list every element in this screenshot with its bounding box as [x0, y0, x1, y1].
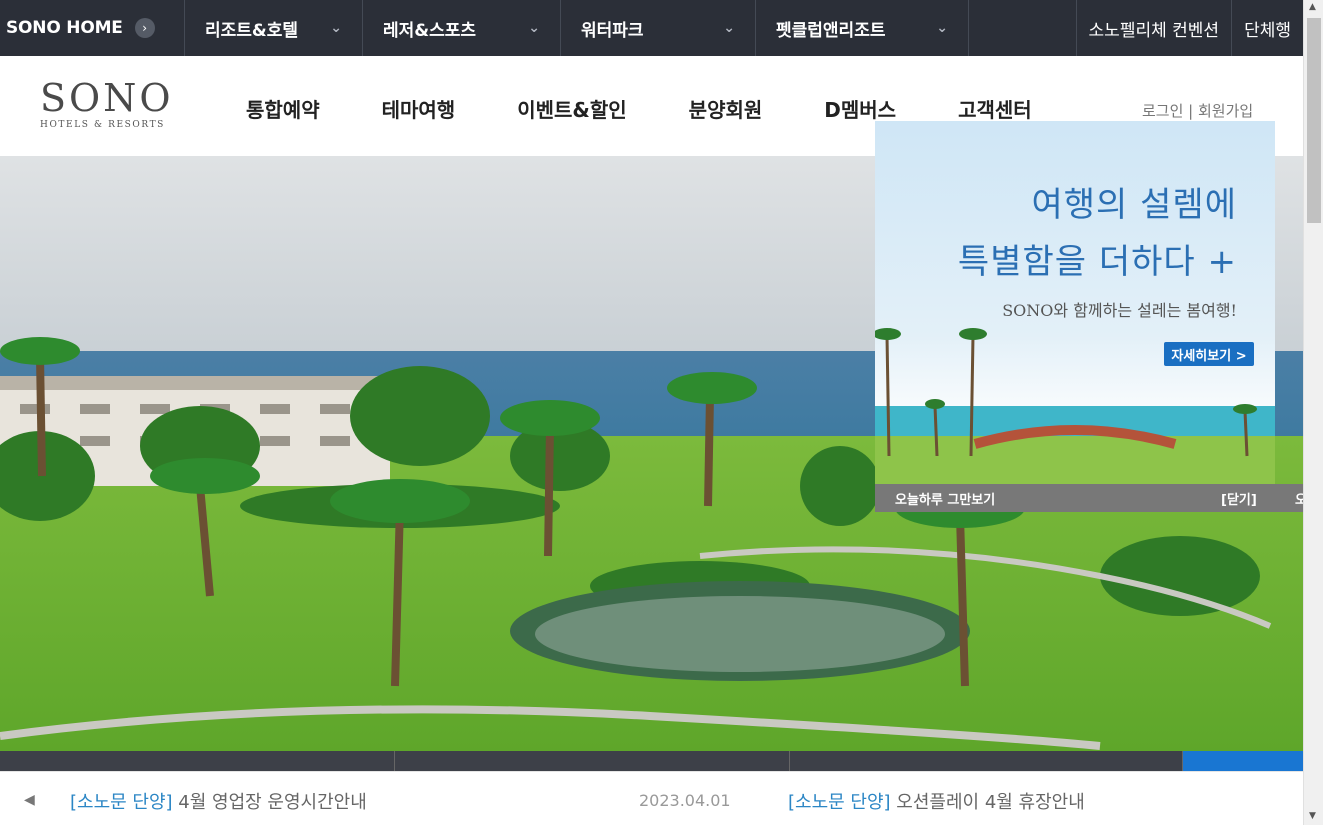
sono-logo[interactable]: SONO HOTELS & RESORTS: [40, 78, 174, 130]
topmenu-pet-club[interactable]: 펫클럽앤리조트 ⌄: [756, 0, 969, 56]
nav-theme-travel[interactable]: 테마여행: [382, 94, 456, 123]
topmenu-waterpark[interactable]: 워터파크 ⌄: [561, 0, 756, 56]
link-convention[interactable]: 소노펠리체 컨벤션: [1075, 0, 1232, 56]
popup-close-button[interactable]: [닫기]: [1221, 489, 1257, 508]
chevron-down-icon: ⌄: [330, 20, 342, 36]
promo-popup[interactable]: 여행의 설렘에 특별함을 더하다 + SONO와 함께하는 설레는 봄여행! 자…: [875, 121, 1275, 512]
popup-headline-1: 여행의 설렘에: [1031, 185, 1237, 225]
page-scrollbar[interactable]: ▲ ▼: [1303, 0, 1323, 825]
nav-membership-sale[interactable]: 분양회원: [689, 94, 763, 123]
login-signup-link[interactable]: 로그인 | 회원가입: [1142, 100, 1253, 121]
nav-events-discounts[interactable]: 이벤트&할인: [517, 94, 626, 123]
notice-item[interactable]: [소노문 단양] 오션플레이 4월 휴장안내: [788, 788, 1085, 814]
topmenu-label: 리조트&호텔: [205, 20, 299, 41]
topmenu-label: 펫클럽앤리조트: [776, 20, 886, 41]
progress-segment[interactable]: [395, 751, 790, 771]
topmenu-label: 워터파크: [581, 20, 644, 41]
prev-arrow-icon[interactable]: ◀: [24, 792, 35, 808]
top-right-links: 소노펠리체 컨벤션 단체행: [1075, 0, 1303, 56]
link-group[interactable]: 단체행: [1231, 0, 1303, 56]
chevron-right-icon: ›: [134, 18, 155, 38]
main-nav: 통합예약 테마여행 이벤트&할인 분양회원 D멤버스 고객센터: [246, 94, 1094, 123]
logo-subtext: HOTELS & RESORTS: [40, 120, 165, 130]
popup-footer-bar: 오늘하루 그만보기 [닫기] 오: [875, 484, 1307, 512]
popup-beach-image: [875, 328, 1275, 486]
notice-bar: ◀ [소노문 단양] 4월 영업장 운영시간안내 2023.04.01 [소노문…: [0, 771, 1303, 825]
notice-item[interactable]: [소노문 단양] 4월 영업장 운영시간안내: [70, 788, 367, 814]
chevron-down-icon: ⌄: [528, 20, 540, 36]
progress-segment[interactable]: [0, 751, 395, 771]
notice-text: 오션플레이 4월 휴장안내: [890, 792, 1085, 813]
sono-home-link[interactable]: SONO HOME ›: [0, 0, 185, 56]
page: SONO HOME › 리조트&호텔 ⌄ 레저&스포츠 ⌄ 워터파크 ⌄ 펫클럽…: [0, 0, 1323, 825]
slider-progress: [0, 751, 1303, 771]
notice-tag: [소노문 단양]: [70, 792, 173, 813]
scroll-thumb[interactable]: [1307, 18, 1321, 223]
notice-date: 2023.04.01: [639, 791, 731, 810]
scroll-down-icon[interactable]: ▼: [1309, 811, 1316, 821]
notice-text: 4월 영업장 운영시간안내: [172, 792, 367, 813]
top-bar: SONO HOME › 리조트&호텔 ⌄ 레저&스포츠 ⌄ 워터파크 ⌄ 펫클럽…: [0, 0, 1303, 56]
progress-segment[interactable]: [790, 751, 1183, 771]
popup-headline-2: 특별함을 더하다 +: [957, 242, 1237, 282]
progress-active-segment[interactable]: [1183, 751, 1303, 771]
topmenu-leisure-sports[interactable]: 레저&스포츠 ⌄: [363, 0, 561, 56]
chevron-down-icon: ⌄: [723, 20, 735, 36]
sono-home-label: SONO HOME: [6, 18, 123, 38]
notice-tag: [소노문 단양]: [788, 792, 891, 813]
nav-customer-center[interactable]: 고객센터: [958, 94, 1032, 123]
topmenu-resort-hotel[interactable]: 리조트&호텔 ⌄: [185, 0, 363, 56]
scroll-up-icon[interactable]: ▲: [1309, 2, 1316, 12]
nav-d-members[interactable]: D멤버스: [824, 94, 896, 123]
topmenu-label: 레저&스포츠: [383, 20, 477, 41]
close-today-button[interactable]: 오늘하루 그만보기: [895, 489, 995, 508]
chevron-down-icon: ⌄: [936, 20, 948, 36]
logo-text: SONO: [40, 76, 174, 120]
nav-integrated-booking[interactable]: 통합예약: [246, 94, 320, 123]
